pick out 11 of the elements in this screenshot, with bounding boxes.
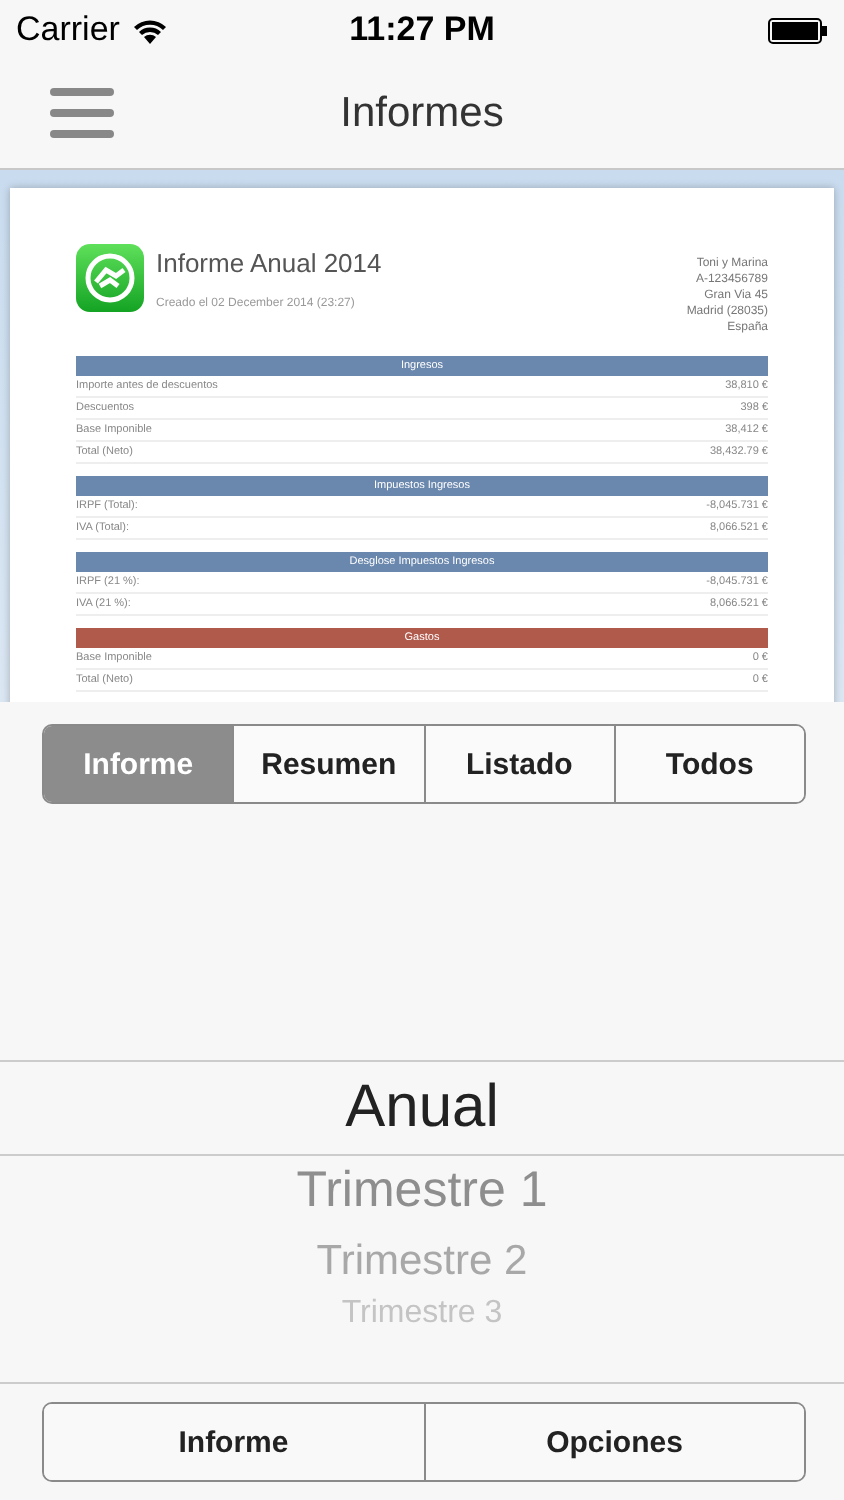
segment-tab[interactable]: Todos: [613, 726, 804, 802]
menu-icon[interactable]: [50, 86, 114, 140]
battery-icon: [767, 17, 828, 43]
handshake-app-icon: [76, 244, 144, 312]
wifi-icon: [131, 17, 168, 43]
report-title: Informe Anual 2014: [156, 248, 384, 278]
status-time: 11:27 PM: [349, 10, 495, 50]
screen-title: Informes: [340, 90, 504, 138]
toolbar-button[interactable]: Opciones: [423, 1404, 804, 1480]
picker-option[interactable]: Anual: [0, 1060, 844, 1156]
carrier-name: Carrier: [16, 10, 120, 50]
